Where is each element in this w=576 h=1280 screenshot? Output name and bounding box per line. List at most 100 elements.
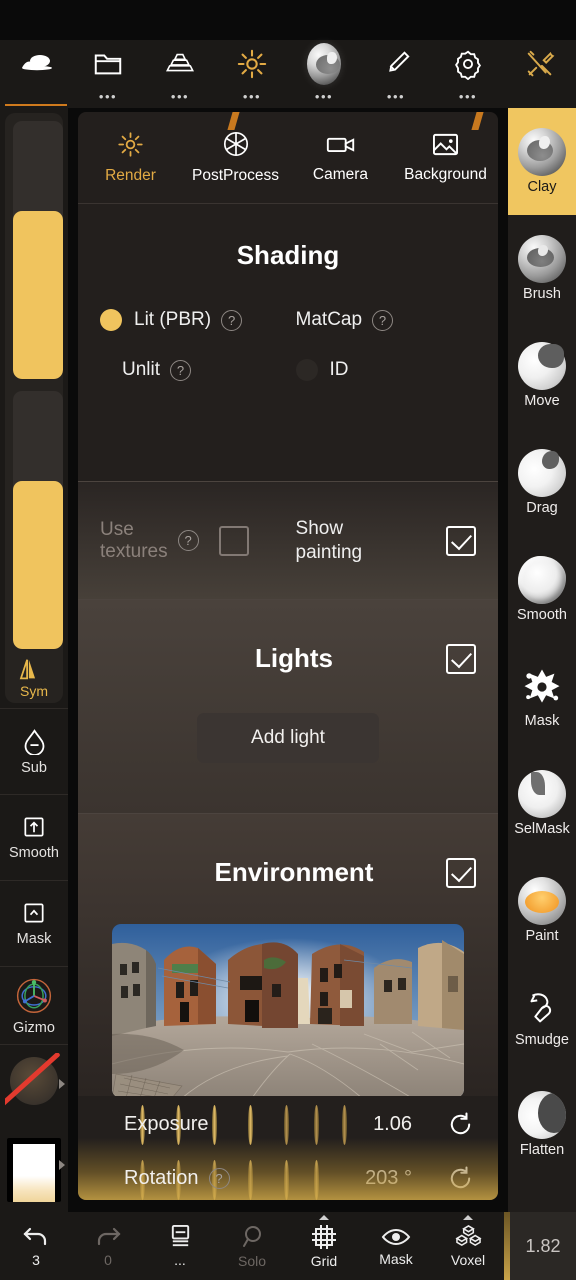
exposure-value: 1.06 xyxy=(373,1112,412,1135)
bottombar-layers[interactable]: ... xyxy=(144,1212,216,1280)
sun-icon xyxy=(235,47,269,81)
help-icon[interactable]: ? xyxy=(177,530,199,551)
brush-tool-mask[interactable]: Mask xyxy=(508,643,576,750)
add-light-button[interactable]: Add light xyxy=(197,713,379,763)
brush-tool-flatten[interactable]: Flatten xyxy=(508,1071,576,1178)
exposure-slider-row[interactable]: Exposure 1.06 xyxy=(78,1096,498,1152)
caret-up-icon xyxy=(319,1215,329,1220)
color-picker-button[interactable] xyxy=(0,1132,68,1210)
shading-option-label: Unlit xyxy=(122,359,161,380)
brush-radius-slider[interactable] xyxy=(13,121,63,379)
redo-count: 0 xyxy=(104,1251,112,1268)
shading-radio-lit-pbr[interactable] xyxy=(100,309,122,331)
layers-icon xyxy=(171,1224,189,1247)
brush-tool-label: SelMask xyxy=(514,821,570,837)
lights-enabled-checkbox[interactable] xyxy=(446,643,476,674)
show-painting-checkbox[interactable] xyxy=(446,525,476,556)
topbar-dots[interactable]: ••• xyxy=(459,90,477,103)
rotation-reset-button[interactable] xyxy=(447,1165,474,1192)
topbar-dots[interactable]: ••• xyxy=(315,90,333,103)
topbar-item-tools[interactable] xyxy=(504,40,576,108)
lights-title: Lights xyxy=(255,643,333,673)
left-button-gizmo[interactable]: Gizmo xyxy=(0,966,68,1044)
brush-tool-drag[interactable]: Drag xyxy=(508,429,576,536)
topbar-dots[interactable]: ••• xyxy=(243,90,261,103)
bottom-toolbar: 3 0 ... Solo Grid Mask Voxel 1.82 xyxy=(0,1212,576,1280)
undo-count: 3 xyxy=(32,1251,40,1268)
environment-enabled-checkbox[interactable] xyxy=(446,857,476,888)
brush-tool-smooth[interactable]: Smooth xyxy=(508,536,576,643)
help-icon[interactable]: ? xyxy=(170,359,192,381)
use-textures-checkbox[interactable] xyxy=(218,525,249,556)
caret-up-icon xyxy=(463,1215,473,1220)
use-textures-label: Use textures xyxy=(100,518,168,562)
left-button-sub[interactable]: Sub xyxy=(0,708,68,794)
bottombar-solo[interactable]: Solo xyxy=(216,1212,288,1280)
brush-tool-label: Drag xyxy=(526,500,558,516)
tab-label: Render xyxy=(105,166,156,184)
tab-label: Background xyxy=(404,165,487,183)
alpha-picker-button[interactable] xyxy=(0,1044,68,1132)
bottombar-grid[interactable]: Grid xyxy=(288,1212,360,1280)
hdri-preview[interactable] xyxy=(112,924,464,1098)
shading-option-label: Lit (PBR) xyxy=(134,309,212,330)
active-tab-underline xyxy=(5,104,67,106)
sun-icon xyxy=(118,131,143,157)
tab-postprocess[interactable]: PostProcess xyxy=(183,130,288,185)
help-icon[interactable]: ? xyxy=(208,1167,230,1189)
brush-tool-clay[interactable]: Clay xyxy=(508,108,576,215)
bottombar-undo[interactable]: 3 xyxy=(0,1212,72,1280)
help-icon[interactable]: ? xyxy=(372,309,394,331)
brush-tool-label: Smooth xyxy=(517,607,567,623)
aperture-icon xyxy=(223,131,248,157)
rotation-slider-row[interactable]: Rotation ? 203 ° xyxy=(78,1156,498,1200)
brush-tool-brush[interactable]: Brush xyxy=(508,215,576,322)
brush-tool-move[interactable]: Move xyxy=(508,322,576,429)
tools-icon xyxy=(523,47,557,81)
topbar-item-material[interactable]: ••• xyxy=(288,40,360,108)
voxel-label: Voxel xyxy=(450,1252,486,1268)
exposure-reset-button[interactable] xyxy=(447,1111,474,1138)
brush-tool-paint[interactable]: Paint xyxy=(508,857,576,964)
brush-icon xyxy=(379,47,413,81)
topbar-dots[interactable]: ••• xyxy=(387,90,405,103)
grid-label: Grid xyxy=(310,1252,338,1269)
brush-tool-label: Smudge xyxy=(514,1032,569,1048)
left-button-mask[interactable]: Mask xyxy=(0,880,68,966)
chevron-right-icon xyxy=(59,1079,65,1089)
brush-tool-label: Mask xyxy=(524,713,560,729)
left-button-smooth[interactable]: Smooth xyxy=(0,794,68,880)
textures-section: Use textures ? Show painting xyxy=(78,482,498,599)
topbar-item-scene[interactable]: ••• xyxy=(144,40,216,108)
topbar-item-settings[interactable]: ••• xyxy=(432,40,504,108)
video-camera-icon xyxy=(326,137,354,152)
tab-background[interactable]: Background xyxy=(393,132,498,184)
shading-radio-id[interactable] xyxy=(295,359,318,381)
environment-sliders: Exposure 1.06 Rotation ? 203 ° xyxy=(78,1096,498,1200)
brush-radius-slider-fill xyxy=(13,211,63,379)
help-icon[interactable]: ? xyxy=(221,309,243,331)
left-button-label: Mask xyxy=(16,931,52,947)
brush-tool-selmask[interactable]: SelMask xyxy=(508,750,576,857)
tab-render[interactable]: Render xyxy=(78,131,183,185)
left-button-label: Gizmo xyxy=(13,1020,55,1036)
bottombar-redo[interactable]: 0 xyxy=(72,1212,144,1280)
bottombar-voxel[interactable]: Voxel xyxy=(432,1212,504,1280)
topbar-dots[interactable]: ••• xyxy=(171,90,189,103)
tab-camera[interactable]: Camera xyxy=(288,132,393,184)
bottombar-mask[interactable]: Mask xyxy=(360,1212,432,1280)
brush-intensity-slider[interactable] xyxy=(13,391,63,649)
topbar-dots[interactable]: ••• xyxy=(99,90,117,103)
brush-tool-label: Brush xyxy=(523,286,561,302)
topbar-item-sculpt[interactable] xyxy=(0,40,72,108)
exposure-label: Exposure xyxy=(124,1112,209,1135)
topbar-item-files[interactable]: ••• xyxy=(72,40,144,108)
brush-tool-smudge[interactable]: Smudge xyxy=(508,964,576,1071)
topbar-item-paint[interactable]: ••• xyxy=(360,40,432,108)
voxel-cubes-icon xyxy=(454,1225,482,1247)
topbar-item-render[interactable]: ••• xyxy=(216,40,288,108)
symmetry-button[interactable]: Sym xyxy=(13,657,55,699)
version-label: 1.82 xyxy=(510,1212,576,1280)
selmask-brush-preview-icon xyxy=(518,770,566,818)
chevron-right-icon xyxy=(59,1160,65,1170)
